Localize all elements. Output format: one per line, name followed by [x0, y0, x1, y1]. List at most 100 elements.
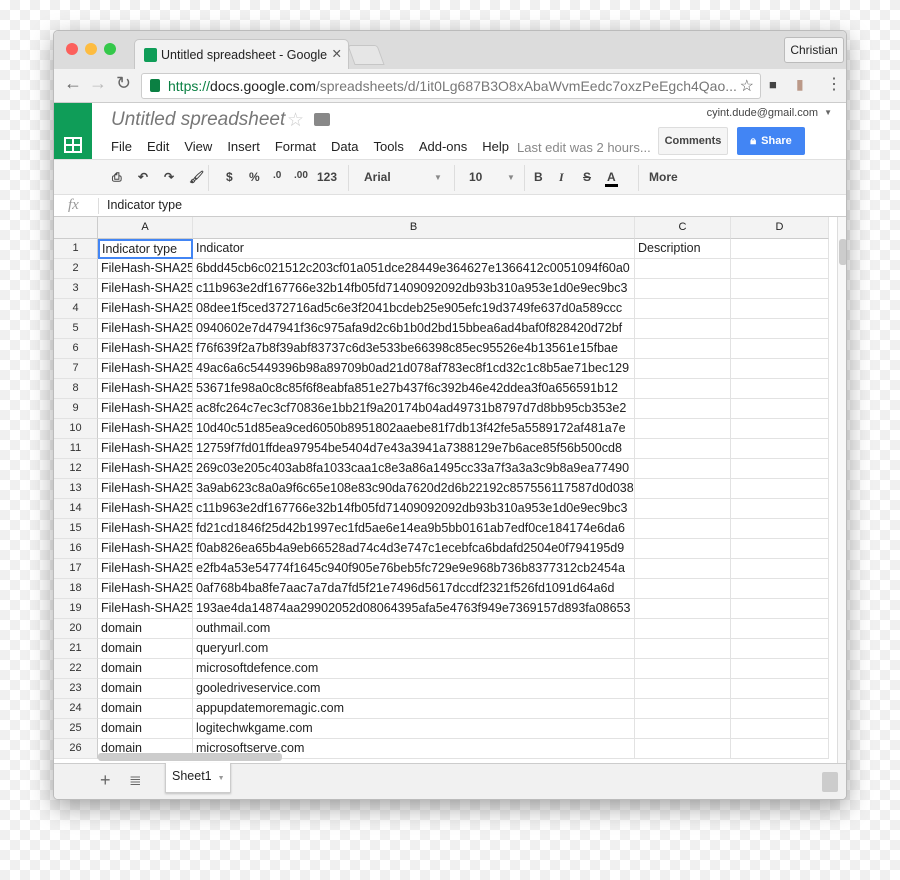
cell-b16[interactable]: f0ab826ea65b4a9eb66528ad74c4d3e747c1eceb…: [193, 539, 635, 559]
menu-file[interactable]: File: [111, 139, 132, 154]
account-email[interactable]: cyint.dude@gmail.com: [707, 107, 818, 119]
cell-b23[interactable]: gooledriveservice.com: [193, 679, 635, 699]
menu-insert[interactable]: Insert: [227, 139, 260, 154]
cell-d22[interactable]: [731, 659, 829, 679]
cell-b15[interactable]: fd21cd1846f25d42b1997ec1fd5ae6e14ea9b5bb…: [193, 519, 635, 539]
cell-a9[interactable]: FileHash-SHA256: [98, 399, 193, 419]
select-all-corner[interactable]: [54, 217, 98, 239]
cell-b21[interactable]: queryurl.com: [193, 639, 635, 659]
cell-d15[interactable]: [731, 519, 829, 539]
cell-b5[interactable]: 0940602e7d47941f36c975afa9d2c6b1b0d2bd15…: [193, 319, 635, 339]
comments-button[interactable]: Comments: [658, 127, 728, 155]
column-header-d[interactable]: D: [731, 217, 829, 239]
cell-b13[interactable]: 3a9ab623c8a0a9f6c65e108e83c90da7620d2d6b…: [193, 479, 635, 499]
cell-c25[interactable]: [635, 719, 731, 739]
menu-data[interactable]: Data: [331, 139, 358, 154]
cell-b10[interactable]: 10d40c51d85ea9ced6050b8951802aaebe81f7db…: [193, 419, 635, 439]
all-sheets-icon[interactable]: ≣: [129, 771, 142, 789]
reload-icon[interactable]: ↻: [116, 73, 131, 94]
cell-a2[interactable]: FileHash-SHA256: [98, 259, 193, 279]
share-button[interactable]: 🔒︎ Share: [737, 127, 805, 155]
account-dropdown-icon[interactable]: ▼: [824, 108, 832, 117]
row-header[interactable]: 26: [54, 739, 98, 759]
cell-c24[interactable]: [635, 699, 731, 719]
formula-input[interactable]: Indicator type: [107, 198, 182, 212]
font-size-select[interactable]: 10: [469, 170, 482, 184]
cell-c3[interactable]: [635, 279, 731, 299]
row-header[interactable]: 3: [54, 279, 98, 299]
maximize-window-button[interactable]: [104, 43, 116, 55]
row-header[interactable]: 8: [54, 379, 98, 399]
row-header[interactable]: 7: [54, 359, 98, 379]
folder-icon[interactable]: [314, 113, 330, 126]
row-header[interactable]: 18: [54, 579, 98, 599]
forward-icon[interactable]: →: [89, 73, 107, 94]
row-header[interactable]: 9: [54, 399, 98, 419]
row-header[interactable]: 17: [54, 559, 98, 579]
cell-c6[interactable]: [635, 339, 731, 359]
cell-a11[interactable]: FileHash-SHA256: [98, 439, 193, 459]
cell-c2[interactable]: [635, 259, 731, 279]
cell-c17[interactable]: [635, 559, 731, 579]
cell-c26[interactable]: [635, 739, 731, 759]
row-header[interactable]: 11: [54, 439, 98, 459]
cell-b9[interactable]: ac8fc264c7ec3cf70836e1bb21f9a20174b04ad4…: [193, 399, 635, 419]
cell-c1[interactable]: Description: [635, 239, 731, 259]
row-header[interactable]: 2: [54, 259, 98, 279]
star-icon[interactable]: ☆: [287, 109, 304, 132]
cell-d14[interactable]: [731, 499, 829, 519]
vertical-scrollbar[interactable]: [837, 217, 846, 763]
bookmark-star-icon[interactable]: ☆: [739, 76, 754, 96]
cell-d3[interactable]: [731, 279, 829, 299]
cell-d10[interactable]: [731, 419, 829, 439]
cell-d23[interactable]: [731, 679, 829, 699]
decrease-decimal-button[interactable]: .0: [273, 170, 281, 181]
print-icon[interactable]: ⎙: [112, 170, 122, 185]
menu-help[interactable]: Help: [482, 139, 509, 154]
cell-c22[interactable]: [635, 659, 731, 679]
undo-icon[interactable]: ↶: [138, 170, 148, 184]
cell-a24[interactable]: domain: [98, 699, 193, 719]
cell-d24[interactable]: [731, 699, 829, 719]
cell-c18[interactable]: [635, 579, 731, 599]
cell-d16[interactable]: [731, 539, 829, 559]
cell-a3[interactable]: FileHash-SHA256: [98, 279, 193, 299]
scroll-thumb[interactable]: [839, 239, 846, 265]
cell-d5[interactable]: [731, 319, 829, 339]
cell-d20[interactable]: [731, 619, 829, 639]
cell-a10[interactable]: FileHash-SHA256: [98, 419, 193, 439]
text-color-button[interactable]: A: [605, 170, 618, 187]
close-window-button[interactable]: [66, 43, 78, 55]
cell-c8[interactable]: [635, 379, 731, 399]
cell-b12[interactable]: 269c03e205c403ab8fa1033caa1c8e3a86a1495c…: [193, 459, 635, 479]
profile-button[interactable]: Christian: [784, 37, 844, 63]
cell-a7[interactable]: FileHash-SHA256: [98, 359, 193, 379]
cell-a19[interactable]: FileHash-SHA256: [98, 599, 193, 619]
cell-d26[interactable]: [731, 739, 829, 759]
row-header[interactable]: 6: [54, 339, 98, 359]
cell-b22[interactable]: microsoftdefence.com: [193, 659, 635, 679]
cell-a18[interactable]: FileHash-SHA256: [98, 579, 193, 599]
cell-a20[interactable]: domain: [98, 619, 193, 639]
row-header[interactable]: 1: [54, 239, 98, 259]
cell-d9[interactable]: [731, 399, 829, 419]
italic-button[interactable]: I: [559, 170, 564, 185]
url-input[interactable]: https://docs.google.com/spreadsheets/d/1…: [141, 73, 761, 99]
cell-b2[interactable]: 6bdd45cb6c021512c203cf01a051dce28449e364…: [193, 259, 635, 279]
row-header[interactable]: 13: [54, 479, 98, 499]
more-formats-button[interactable]: 123: [317, 170, 337, 184]
row-header[interactable]: 10: [54, 419, 98, 439]
menu-view[interactable]: View: [184, 139, 212, 154]
cell-b25[interactable]: logitechwkgame.com: [193, 719, 635, 739]
cell-c13[interactable]: [635, 479, 731, 499]
chrome-menu-icon[interactable]: ⋮: [826, 74, 842, 94]
cell-a8[interactable]: FileHash-SHA256: [98, 379, 193, 399]
cell-d4[interactable]: [731, 299, 829, 319]
cell-b14[interactable]: c11b963e2df167766e32b14fb05fd71409092092…: [193, 499, 635, 519]
cell-c21[interactable]: [635, 639, 731, 659]
cell-a12[interactable]: FileHash-SHA256: [98, 459, 193, 479]
row-header[interactable]: 19: [54, 599, 98, 619]
cell-a6[interactable]: FileHash-SHA256: [98, 339, 193, 359]
add-sheet-icon[interactable]: +: [100, 770, 111, 791]
cell-c20[interactable]: [635, 619, 731, 639]
